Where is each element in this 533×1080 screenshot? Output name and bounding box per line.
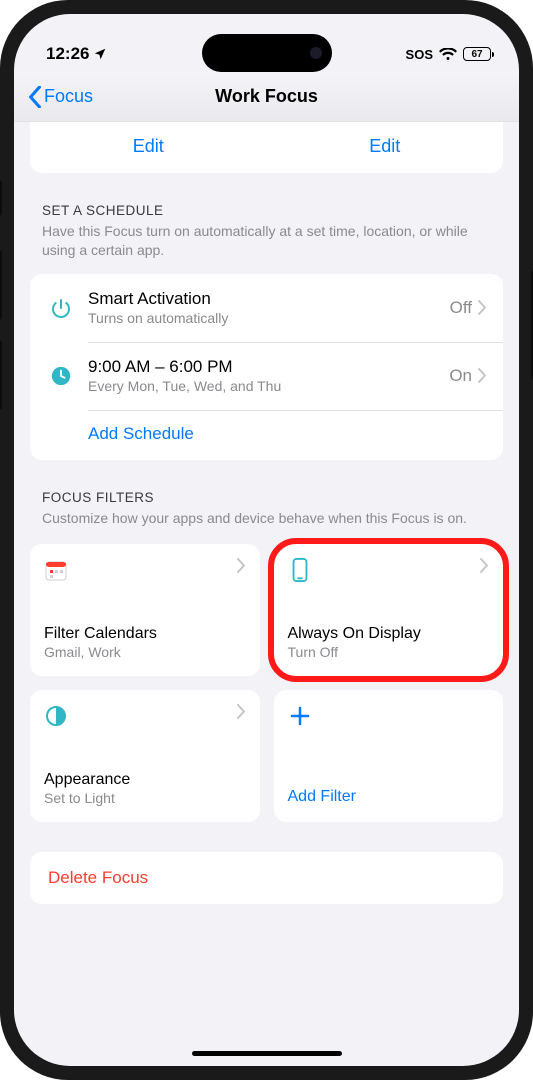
wifi-icon (439, 48, 457, 61)
filter-sub: Gmail, Work (44, 644, 246, 660)
row-title: 9:00 AM – 6:00 PM (88, 357, 449, 377)
row-sub: Turns on automatically (88, 310, 450, 326)
filter-title: Always On Display (288, 625, 490, 643)
row-title: Smart Activation (88, 289, 450, 309)
filter-sub: Set to Light (44, 790, 246, 806)
power-icon (49, 296, 73, 320)
battery-percent: 67 (471, 49, 482, 60)
row-value: Off (450, 298, 472, 318)
filter-calendars-card[interactable]: Filter Calendars Gmail, Work (30, 544, 260, 676)
filter-title: Filter Calendars (44, 625, 246, 643)
row-value: On (449, 366, 472, 386)
nav-bar: Focus Work Focus (14, 72, 519, 122)
schedule-title: SET A SCHEDULE (42, 203, 491, 218)
chevron-right-icon (480, 558, 489, 573)
back-button[interactable]: Focus (28, 86, 93, 108)
chevron-right-icon (478, 300, 487, 315)
edit-right-button[interactable]: Edit (267, 136, 504, 157)
back-label: Focus (44, 86, 93, 107)
schedule-section-header: SET A SCHEDULE Have this Focus turn on a… (14, 173, 519, 264)
chevron-right-icon (478, 368, 487, 383)
add-filter-card[interactable]: Add Filter (274, 690, 504, 822)
dynamic-island (202, 34, 332, 72)
mute-switch (0, 180, 2, 216)
filters-title: FOCUS FILTERS (42, 490, 491, 505)
screen: 12:26 SOS 67 Focus Work Focus Edit Edit (14, 14, 519, 1066)
plus-icon (288, 704, 312, 728)
filter-title: Appearance (44, 771, 246, 789)
volume-down (0, 340, 2, 410)
edit-row: Edit Edit (30, 122, 503, 173)
schedule-subtitle: Have this Focus turn on automatically at… (42, 222, 491, 260)
status-sos: SOS (406, 47, 433, 62)
edit-left-button[interactable]: Edit (30, 136, 267, 157)
filters-section-header: FOCUS FILTERS Customize how your apps an… (14, 460, 519, 532)
clock-icon (50, 365, 72, 387)
always-on-display-card[interactable]: Always On Display Turn Off (268, 538, 510, 682)
chevron-left-icon (28, 86, 42, 108)
home-indicator[interactable] (192, 1051, 342, 1056)
filter-sub: Turn Off (288, 644, 490, 660)
battery-icon: 67 (463, 47, 491, 61)
smart-activation-row[interactable]: Smart Activation Turns on automatically … (30, 274, 503, 342)
volume-up (0, 250, 2, 320)
row-sub: Every Mon, Tue, Wed, and Thu (88, 378, 449, 394)
status-time: 12:26 (46, 44, 89, 64)
location-icon (93, 47, 107, 61)
add-filter-label: Add Filter (288, 788, 490, 806)
phone-icon (288, 558, 312, 582)
time-schedule-row[interactable]: 9:00 AM – 6:00 PM Every Mon, Tue, Wed, a… (30, 342, 503, 410)
page-title: Work Focus (215, 86, 318, 107)
chevron-right-icon (237, 704, 246, 719)
schedule-group: Smart Activation Turns on automatically … (30, 274, 503, 460)
calendar-icon (44, 558, 68, 582)
appearance-card[interactable]: Appearance Set to Light (30, 690, 260, 822)
add-schedule-button[interactable]: Add Schedule (30, 410, 503, 460)
delete-focus-button[interactable]: Delete Focus (30, 852, 503, 904)
appearance-icon (44, 704, 68, 728)
device-frame: 12:26 SOS 67 Focus Work Focus Edit Edit (0, 0, 533, 1080)
filters-subtitle: Customize how your apps and device behav… (42, 509, 491, 528)
delete-label: Delete Focus (48, 868, 485, 888)
filters-grid: Filter Calendars Gmail, Work Always On D… (30, 544, 503, 822)
chevron-right-icon (237, 558, 246, 573)
